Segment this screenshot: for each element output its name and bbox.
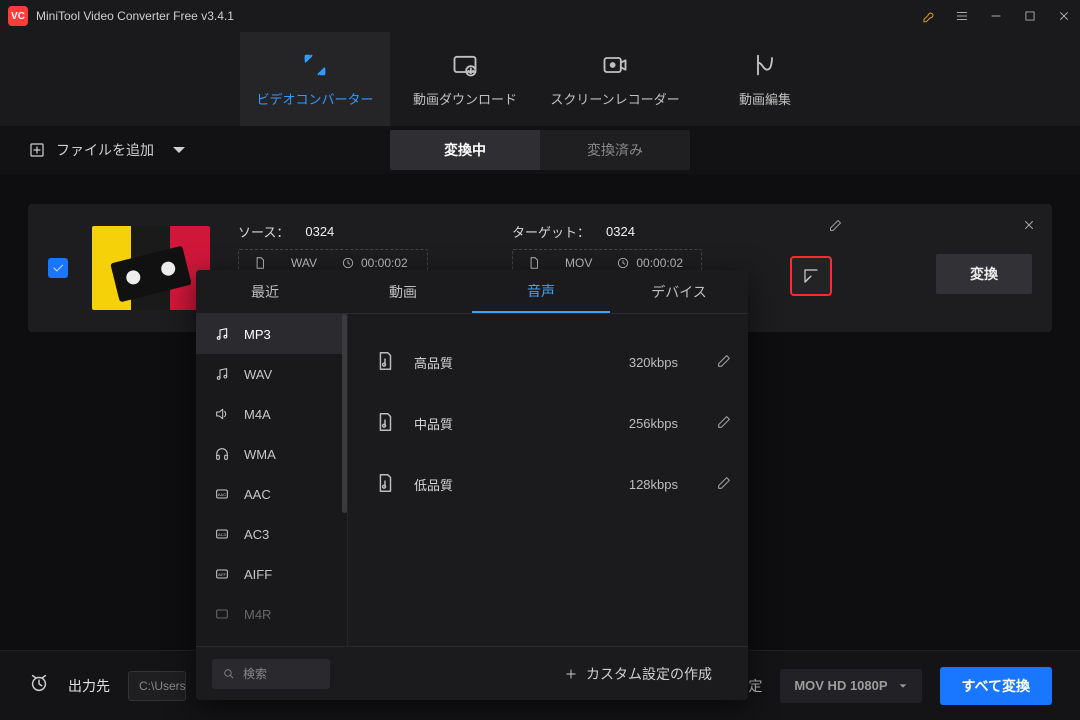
tab-video-edit[interactable]: 動画編集 <box>690 32 840 126</box>
headphones-icon <box>214 446 230 462</box>
format-badge-icon: AC3 <box>214 526 230 542</box>
music-note-icon <box>214 326 230 342</box>
file-checkbox[interactable] <box>48 258 68 278</box>
clock-icon <box>616 256 630 270</box>
format-list-scrollbar[interactable] <box>342 314 347 513</box>
target-format-picker-button[interactable] <box>790 256 832 296</box>
status-tabs: 変換中 変換済み <box>390 130 690 170</box>
tab-converted[interactable]: 変換済み <box>540 130 690 170</box>
popover-tab-recent[interactable]: 最近 <box>196 270 334 313</box>
tab-screen-recorder-label: スクリーンレコーダー <box>550 89 679 108</box>
popover-tab-device[interactable]: デバイス <box>610 270 748 313</box>
add-file-button[interactable]: ファイルを追加 <box>28 140 188 160</box>
target-label: ターゲット： <box>512 222 590 241</box>
target-format: MOV <box>565 256 592 270</box>
source-name: 0324 <box>305 224 334 239</box>
alarm-icon[interactable] <box>28 672 50 699</box>
quality-row-low[interactable]: 低品質 128kbps <box>368 454 738 515</box>
svg-text:AC3: AC3 <box>218 532 227 537</box>
search-icon <box>222 667 235 680</box>
menu-icon[interactable] <box>954 8 970 24</box>
tab-screen-recorder[interactable]: スクリーンレコーダー <box>540 32 690 126</box>
convert-all-button[interactable]: すべて変換 <box>940 667 1052 705</box>
minimize-icon[interactable] <box>988 8 1004 24</box>
tab-converting[interactable]: 変換中 <box>390 130 540 170</box>
file-icon <box>527 256 541 270</box>
format-badge-icon: AIFF <box>214 566 230 582</box>
quality-edit-icon[interactable] <box>696 475 732 494</box>
plus-icon <box>564 667 578 681</box>
tab-video-converter-label: ビデオコンバーター <box>256 89 373 108</box>
main-tabs: ビデオコンバーター 動画ダウンロード スクリーンレコーダー 動画編集 <box>0 32 1080 126</box>
add-file-label: ファイルを追加 <box>56 140 154 160</box>
output-settings-suffix: 定 <box>748 676 762 696</box>
target-duration: 00:00:02 <box>636 256 683 270</box>
format-item-wav[interactable]: WAV <box>196 354 347 394</box>
tab-video-converter[interactable]: ビデオコンバーター <box>240 32 390 126</box>
format-popover: 最近 動画 音声 デバイス MP3 WAV M4A WMA AACAAC AC3… <box>196 270 748 700</box>
music-note-icon <box>214 366 230 382</box>
format-list[interactable]: MP3 WAV M4A WMA AACAAC AC3AC3 AIFFAIFF M… <box>196 314 348 646</box>
format-badge-icon <box>214 606 230 622</box>
maximize-icon[interactable] <box>1022 8 1038 24</box>
quality-edit-icon[interactable] <box>696 353 732 372</box>
format-item-aac[interactable]: AACAAC <box>196 474 347 514</box>
audio-file-icon <box>374 472 396 497</box>
file-icon <box>253 256 267 270</box>
audio-file-icon <box>374 411 396 436</box>
chevron-down-icon[interactable] <box>170 141 188 159</box>
app-title: MiniTool Video Converter Free v3.4.1 <box>36 9 234 23</box>
format-item-m4r[interactable]: M4R <box>196 594 347 634</box>
app-logo: VC <box>8 6 28 26</box>
format-item-ac3[interactable]: AC3AC3 <box>196 514 347 554</box>
format-item-wma[interactable]: WMA <box>196 434 347 474</box>
quality-edit-icon[interactable] <box>696 414 732 433</box>
target-name: 0324 <box>606 224 635 239</box>
popover-tab-audio[interactable]: 音声 <box>472 270 610 313</box>
quality-list: 高品質 320kbps 中品質 256kbps 低品質 128kbps <box>348 314 748 646</box>
format-search-input[interactable]: 検索 <box>212 659 330 689</box>
close-icon[interactable] <box>1056 8 1072 24</box>
file-thumbnail <box>92 226 210 310</box>
svg-text:AAC: AAC <box>218 492 226 497</box>
svg-text:AIFF: AIFF <box>218 573 225 577</box>
source-format: WAV <box>291 256 317 270</box>
edit-target-icon[interactable] <box>828 218 843 238</box>
source-duration: 00:00:02 <box>361 256 408 270</box>
remove-file-icon[interactable] <box>1022 218 1036 237</box>
titlebar: VC MiniTool Video Converter Free v3.4.1 <box>0 0 1080 32</box>
audio-file-icon <box>374 350 396 375</box>
output-label: 出力先 <box>68 676 110 696</box>
format-badge-icon: AAC <box>214 486 230 502</box>
popover-tab-video[interactable]: 動画 <box>334 270 472 313</box>
output-format-select[interactable]: MOV HD 1080P <box>780 669 921 703</box>
format-item-mp3[interactable]: MP3 <box>196 314 347 354</box>
key-icon[interactable] <box>920 8 936 24</box>
quality-row-high[interactable]: 高品質 320kbps <box>368 332 738 393</box>
format-item-m4a[interactable]: M4A <box>196 394 347 434</box>
chevron-down-icon <box>898 681 908 691</box>
convert-button[interactable]: 変換 <box>936 254 1032 294</box>
format-item-aiff[interactable]: AIFFAIFF <box>196 554 347 594</box>
tab-video-download-label: 動画ダウンロード <box>413 89 517 108</box>
tab-video-download[interactable]: 動画ダウンロード <box>390 32 540 126</box>
toolbar: ファイルを追加 変換中 変換済み <box>0 126 1080 174</box>
quality-row-mid[interactable]: 中品質 256kbps <box>368 393 738 454</box>
output-path-field[interactable]: C:\Users <box>128 671 186 701</box>
speaker-icon <box>214 406 230 422</box>
tab-video-edit-label: 動画編集 <box>739 89 791 108</box>
custom-preset-button[interactable]: カスタム設定の作成 <box>564 664 712 684</box>
clock-icon <box>341 256 355 270</box>
source-label: ソース： <box>238 222 289 241</box>
